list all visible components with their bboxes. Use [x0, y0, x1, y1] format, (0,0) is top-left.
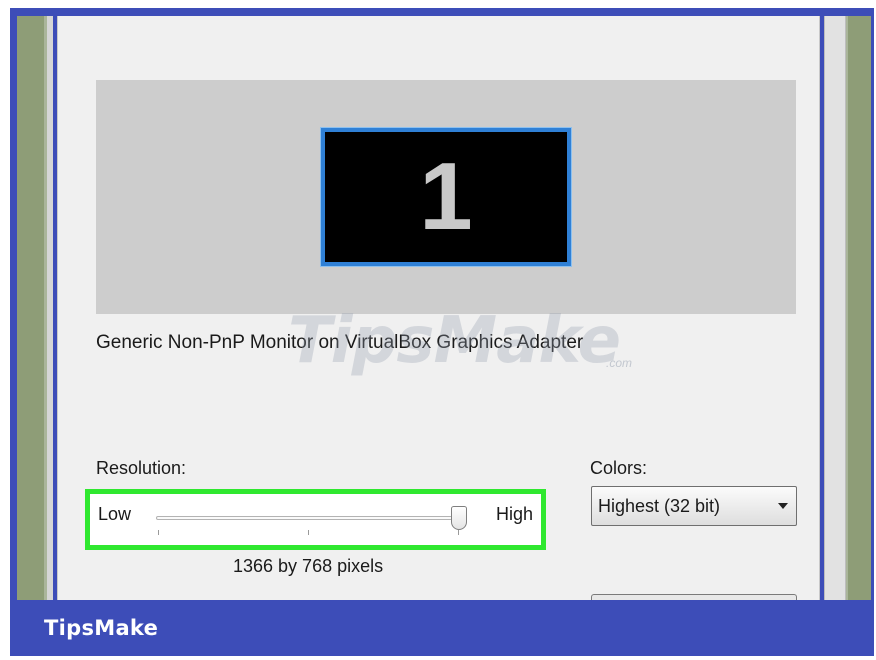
slider-tick [458, 530, 459, 535]
screen-resolution-dialog: 1 Generic Non-PnP Monitor on VirtualBox … [57, 16, 820, 604]
monitor-number: 1 [419, 143, 473, 250]
resolution-label: Resolution: [96, 458, 187, 478]
watermark-logo: TipsMake [288, 304, 621, 378]
resolution-value: 1366 by 768 pixels [233, 556, 384, 576]
chevron-down-icon [778, 503, 788, 509]
slider-tick [308, 530, 309, 535]
desktop-edge-left [17, 16, 53, 600]
colors-dropdown[interactable]: Highest (32 bit) [591, 486, 797, 526]
slider-low-label: Low [98, 504, 132, 524]
resolution-slider-track[interactable] [156, 516, 460, 520]
colors-selected-value: Highest (32 bit) [598, 496, 721, 516]
brand-footer: TipsMake [10, 600, 874, 656]
slider-tick [158, 530, 159, 535]
brand-logo-text: TipsMake [44, 616, 159, 640]
display-preview-area: 1 [96, 80, 796, 314]
monitor-1-thumbnail[interactable]: 1 [321, 128, 571, 266]
resolution-slider-highlight: Low High [85, 489, 546, 550]
watermark-suffix: .com [606, 356, 633, 370]
slider-high-label: High [495, 504, 533, 524]
scrollbar-right[interactable] [824, 16, 871, 600]
resolution-slider-thumb[interactable] [451, 506, 467, 530]
colors-label: Colors: [590, 458, 648, 478]
